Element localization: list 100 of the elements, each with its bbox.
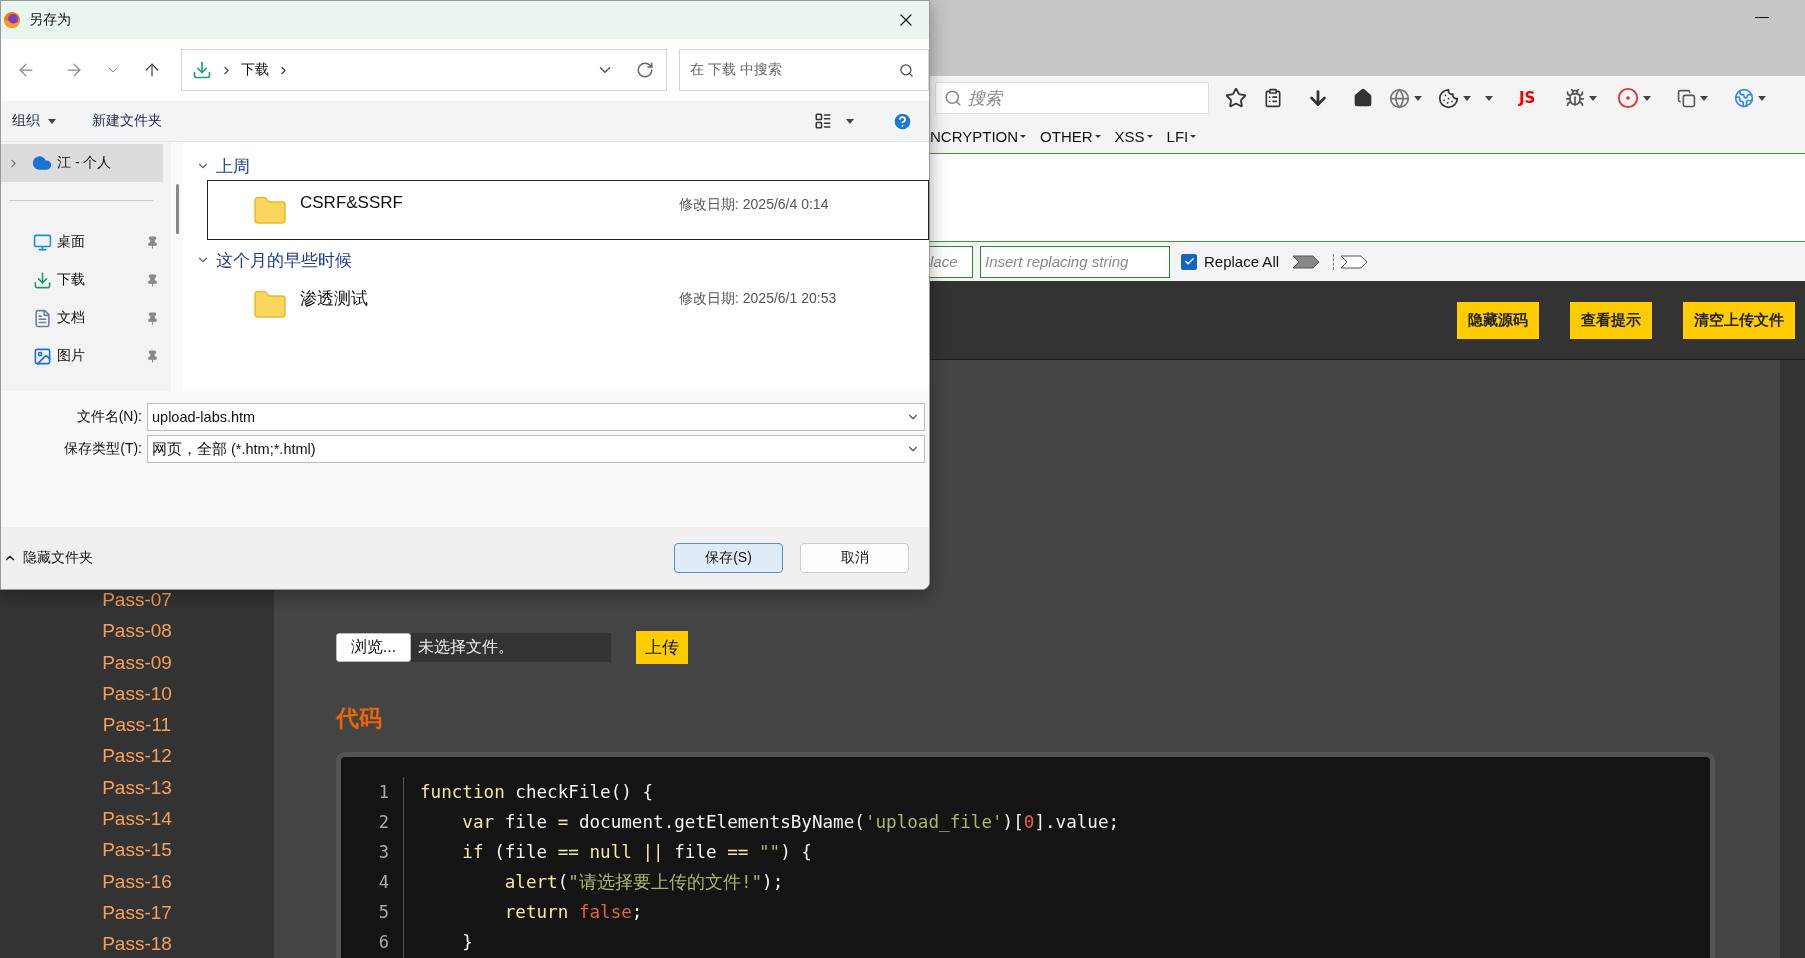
header-button[interactable]: 查看提示	[1570, 301, 1652, 339]
line-number: 1	[378, 781, 389, 804]
dialog-title: 另存为	[29, 11, 72, 29]
caret-icon	[1146, 135, 1153, 138]
code-line: }	[461, 931, 474, 954]
caret-icon[interactable]	[1414, 95, 1422, 101]
caret-icon[interactable]	[1700, 95, 1709, 101]
code-line: return false;	[503, 901, 644, 924]
header-button[interactable]: 隐藏源码	[1457, 301, 1539, 339]
header-button[interactable]: 清空上传文件	[1683, 301, 1795, 339]
dialog-button[interactable]: 保存(S)	[674, 543, 783, 573]
caret-icon[interactable]	[1758, 95, 1767, 101]
check-icon	[1183, 256, 1195, 267]
file-input[interactable]: 浏览... 未选择文件。	[336, 633, 611, 662]
sidebar-link[interactable]: Pass-09	[102, 646, 172, 678]
upload-button[interactable]: 上传	[636, 631, 688, 664]
cloud-icon	[32, 153, 52, 173]
filename-field[interactable]: upload-labs.htm	[147, 403, 925, 431]
download-icon	[33, 270, 52, 290]
replace-field[interactable]: Insert replacing string	[980, 245, 1170, 278]
code-line: function checkFile() {	[420, 781, 655, 804]
caret-icon[interactable]	[1485, 95, 1493, 101]
sidebar-link[interactable]: Pass-11	[102, 709, 172, 741]
target-icon[interactable]	[1617, 87, 1640, 109]
command-button[interactable]: 新建文件夹	[92, 112, 162, 130]
field-label: 文件名(N):	[75, 408, 142, 426]
line-number: 2	[378, 811, 389, 834]
download-icon	[191, 60, 212, 80]
search-field[interactable]: 在 下载 中搜索	[679, 49, 929, 91]
help-icon[interactable]	[892, 110, 913, 132]
caret-icon[interactable]	[1643, 95, 1652, 101]
sidebar-link[interactable]: Pass-18	[102, 928, 172, 958]
nav-item[interactable]: 图片	[1, 337, 163, 375]
picture-icon	[33, 346, 52, 366]
browse-button[interactable]: 浏览...	[336, 633, 411, 662]
search-icon	[899, 62, 914, 78]
command-button[interactable]: 组织	[12, 112, 56, 130]
caret-icon[interactable]	[48, 118, 56, 124]
scrollbar-thumb[interactable]	[175, 184, 179, 234]
nav-item[interactable]: 江 - 个人	[1, 144, 163, 182]
code-line: if (file == null || file == "") {	[461, 841, 813, 864]
caret-icon	[1094, 135, 1101, 138]
menu-item[interactable]: NCRYPTION	[930, 128, 1027, 145]
folder-row[interactable]: CSRF&SSRF 修改日期: 2025/6/4 0:14	[207, 180, 929, 240]
section-heading: 代码	[336, 704, 383, 733]
nav-item[interactable]: 文档	[1, 299, 163, 337]
sidebar-link[interactable]: Pass-15	[102, 834, 172, 866]
search-icon	[944, 89, 962, 107]
caret-icon[interactable]	[1589, 95, 1598, 101]
sidebar-link[interactable]: Pass-13	[102, 771, 172, 804]
pin-icon[interactable]	[146, 311, 159, 325]
line-number: 6	[378, 931, 389, 954]
sidebar-link[interactable]: Pass-14	[102, 803, 172, 835]
pin-icon[interactable]	[146, 235, 159, 249]
replace-all-label: Replace All	[1204, 253, 1280, 270]
hide-folders-button[interactable]: 隐藏文件夹	[3, 549, 657, 567]
caret-icon	[1190, 135, 1197, 138]
line-number: 3	[378, 841, 389, 864]
dialog-button[interactable]: 取消	[800, 543, 909, 573]
nav-item[interactable]: 桌面	[1, 223, 163, 261]
pin-icon[interactable]	[146, 273, 159, 287]
clipboard-icon[interactable]	[1263, 88, 1283, 108]
caret-icon[interactable]	[846, 118, 854, 124]
checkbox[interactable]	[1181, 253, 1197, 270]
sidebar-link[interactable]: Pass-08	[102, 615, 172, 647]
sidebar-link[interactable]: Pass-10	[102, 677, 172, 710]
view-icon[interactable]	[814, 112, 832, 130]
field-label: 保存类型(T):	[63, 440, 142, 458]
desktop-icon	[33, 232, 52, 252]
download-icon[interactable]	[1307, 87, 1329, 109]
menu-item[interactable]: XSS	[1114, 128, 1153, 145]
caret-icon[interactable]	[1463, 95, 1471, 101]
group-header[interactable]: 上周	[183, 154, 929, 178]
bug-icon[interactable]	[1565, 88, 1586, 108]
menu-item[interactable]: LFI	[1166, 128, 1197, 145]
caret-icon	[1020, 135, 1027, 138]
line-number: 5	[378, 901, 389, 924]
pages-icon[interactable]	[1677, 88, 1697, 108]
home-icon[interactable]	[1353, 88, 1373, 108]
menu-item[interactable]: OTHER	[1040, 128, 1101, 145]
file-type-dropdown[interactable]: 网页，全部 (*.htm;*.html)	[147, 435, 925, 463]
search-field[interactable]: 搜索	[935, 82, 1209, 114]
pin-icon[interactable]	[146, 349, 159, 363]
sidebar-link[interactable]: Pass-12	[102, 740, 172, 772]
arrow-icon[interactable]	[1333, 253, 1369, 270]
star-icon[interactable]	[1225, 87, 1247, 109]
nav-item[interactable]: 下载	[1, 261, 163, 299]
browser-logo-icon	[3, 11, 21, 29]
js-label[interactable]: JS	[1519, 89, 1536, 107]
arrow-icon[interactable]	[1292, 253, 1321, 270]
code-line: var file = document.getElementsByName('upload_file')[0].value;	[461, 811, 1120, 834]
code-line: alert("请选择要上传的文件!");	[503, 871, 785, 894]
refresh-icon[interactable]	[636, 61, 655, 79]
breadcrumb[interactable]: 下载	[240, 61, 269, 79]
cookie-icon[interactable]	[1438, 87, 1459, 109]
globe-icon[interactable]	[1389, 87, 1410, 109]
address-bar[interactable]: 下载	[180, 49, 668, 91]
sidebar-link[interactable]: Pass-16	[102, 865, 172, 897]
document-icon	[33, 308, 52, 328]
sidebar-link[interactable]: Pass-17	[102, 896, 172, 929]
